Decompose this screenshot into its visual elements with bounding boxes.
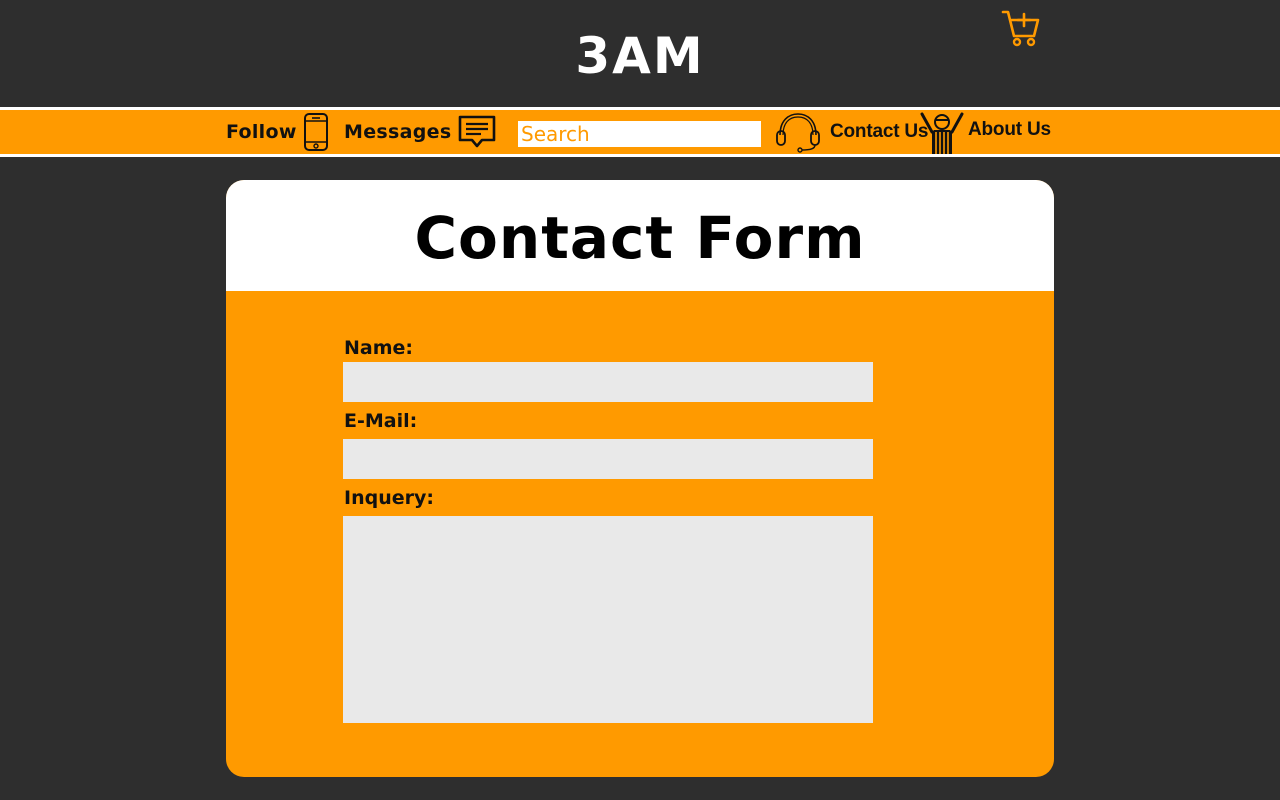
headset-icon	[776, 113, 820, 153]
nav-contact-label: Contact Us	[830, 121, 929, 142]
page: 3AM Follow Messages Search Contact Us Ab…	[0, 0, 1280, 800]
contact-form-header: Contact Form	[226, 180, 1054, 291]
contact-form-card: Contact Form Name: E-Mail: Inquery:	[226, 180, 1054, 777]
message-icon	[459, 115, 496, 148]
smartphone-icon	[303, 113, 328, 151]
cart-add-icon	[1001, 10, 1040, 47]
inquiry-label: Inquery:	[344, 487, 434, 509]
cart-button[interactable]	[1000, 8, 1042, 50]
name-field[interactable]	[343, 362, 873, 402]
nav-divider-bottom	[0, 154, 1280, 157]
site-logo[interactable]: 3AM	[0, 26, 1280, 86]
nav-about[interactable]: About Us	[918, 110, 1051, 154]
navbar: Follow Messages Search Contact Us About …	[0, 110, 1280, 154]
nav-messages[interactable]: Messages	[344, 110, 497, 154]
nav-follow[interactable]: Follow	[226, 110, 331, 154]
page-title: Contact Form	[414, 204, 866, 272]
search-input[interactable]	[518, 121, 761, 147]
nav-messages-label: Messages	[344, 121, 452, 143]
email-label: E-Mail:	[344, 410, 418, 432]
name-label: Name:	[344, 337, 414, 359]
referee-icon	[920, 112, 964, 154]
nav-about-label: About Us	[968, 119, 1051, 140]
nav-follow-label: Follow	[226, 121, 297, 143]
email-field[interactable]	[343, 439, 873, 479]
nav-contact[interactable]: Contact Us	[774, 110, 928, 154]
inquiry-textarea[interactable]	[343, 516, 873, 723]
